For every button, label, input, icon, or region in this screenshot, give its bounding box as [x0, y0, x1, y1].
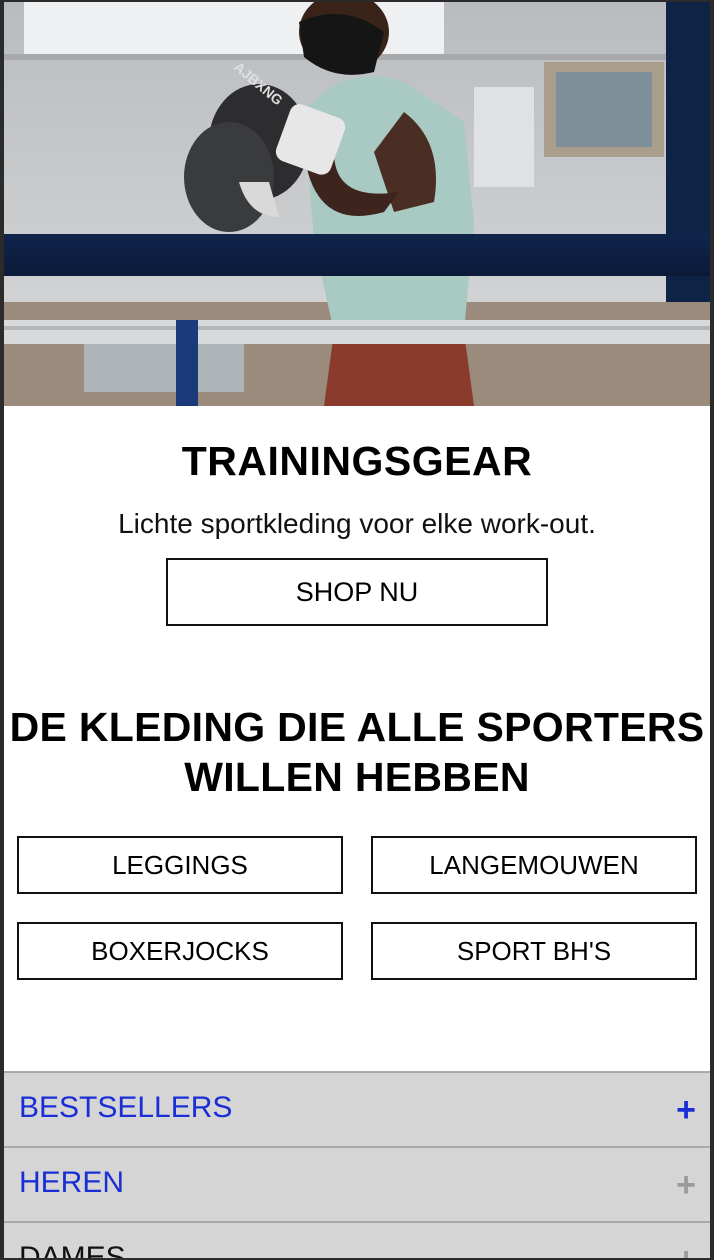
- category-button-leggings[interactable]: LEGGINGS: [17, 836, 343, 894]
- category-button-sport-bhs[interactable]: SPORT BH'S: [371, 922, 697, 980]
- accordion-label: DAMES: [19, 1241, 126, 1260]
- hero-image[interactable]: AJBXNG: [4, 2, 710, 406]
- section-title: DE KLEDING DIE ALLE SPORTERS WILLEN HEBB…: [4, 702, 710, 802]
- page: AJBXNG TRAININGSGEAR Lichte sportkleding…: [0, 0, 714, 1260]
- category-button-langemouwen[interactable]: LANGEMOUWEN: [371, 836, 697, 894]
- accordion-label: BESTSELLERS: [19, 1091, 233, 1124]
- accordion-label: HEREN: [19, 1166, 125, 1199]
- promo-title: TRAININGSGEAR: [181, 438, 533, 484]
- plus-icon[interactable]: +: [676, 1243, 696, 1258]
- accordion-item-dames[interactable]: DAMES +: [4, 1221, 710, 1260]
- accordion-item-bestsellers[interactable]: BESTSELLERS +: [4, 1071, 710, 1146]
- plus-icon[interactable]: +: [676, 1093, 696, 1127]
- shop-now-button[interactable]: SHOP NU: [166, 558, 548, 626]
- section-title-line1: DE KLEDING DIE ALLE SPORTERS: [9, 704, 705, 750]
- section-title-line2: WILLEN HEBBEN: [184, 754, 530, 800]
- plus-icon[interactable]: +: [676, 1168, 696, 1202]
- accordion-item-heren[interactable]: HEREN +: [4, 1146, 710, 1221]
- footer-accordion: BESTSELLERS + HEREN + DAMES +: [4, 1071, 710, 1260]
- category-button-boxerjocks[interactable]: BOXERJOCKS: [17, 922, 343, 980]
- promo-subtitle: Lichte sportkleding voor elke work-out.: [118, 508, 596, 539]
